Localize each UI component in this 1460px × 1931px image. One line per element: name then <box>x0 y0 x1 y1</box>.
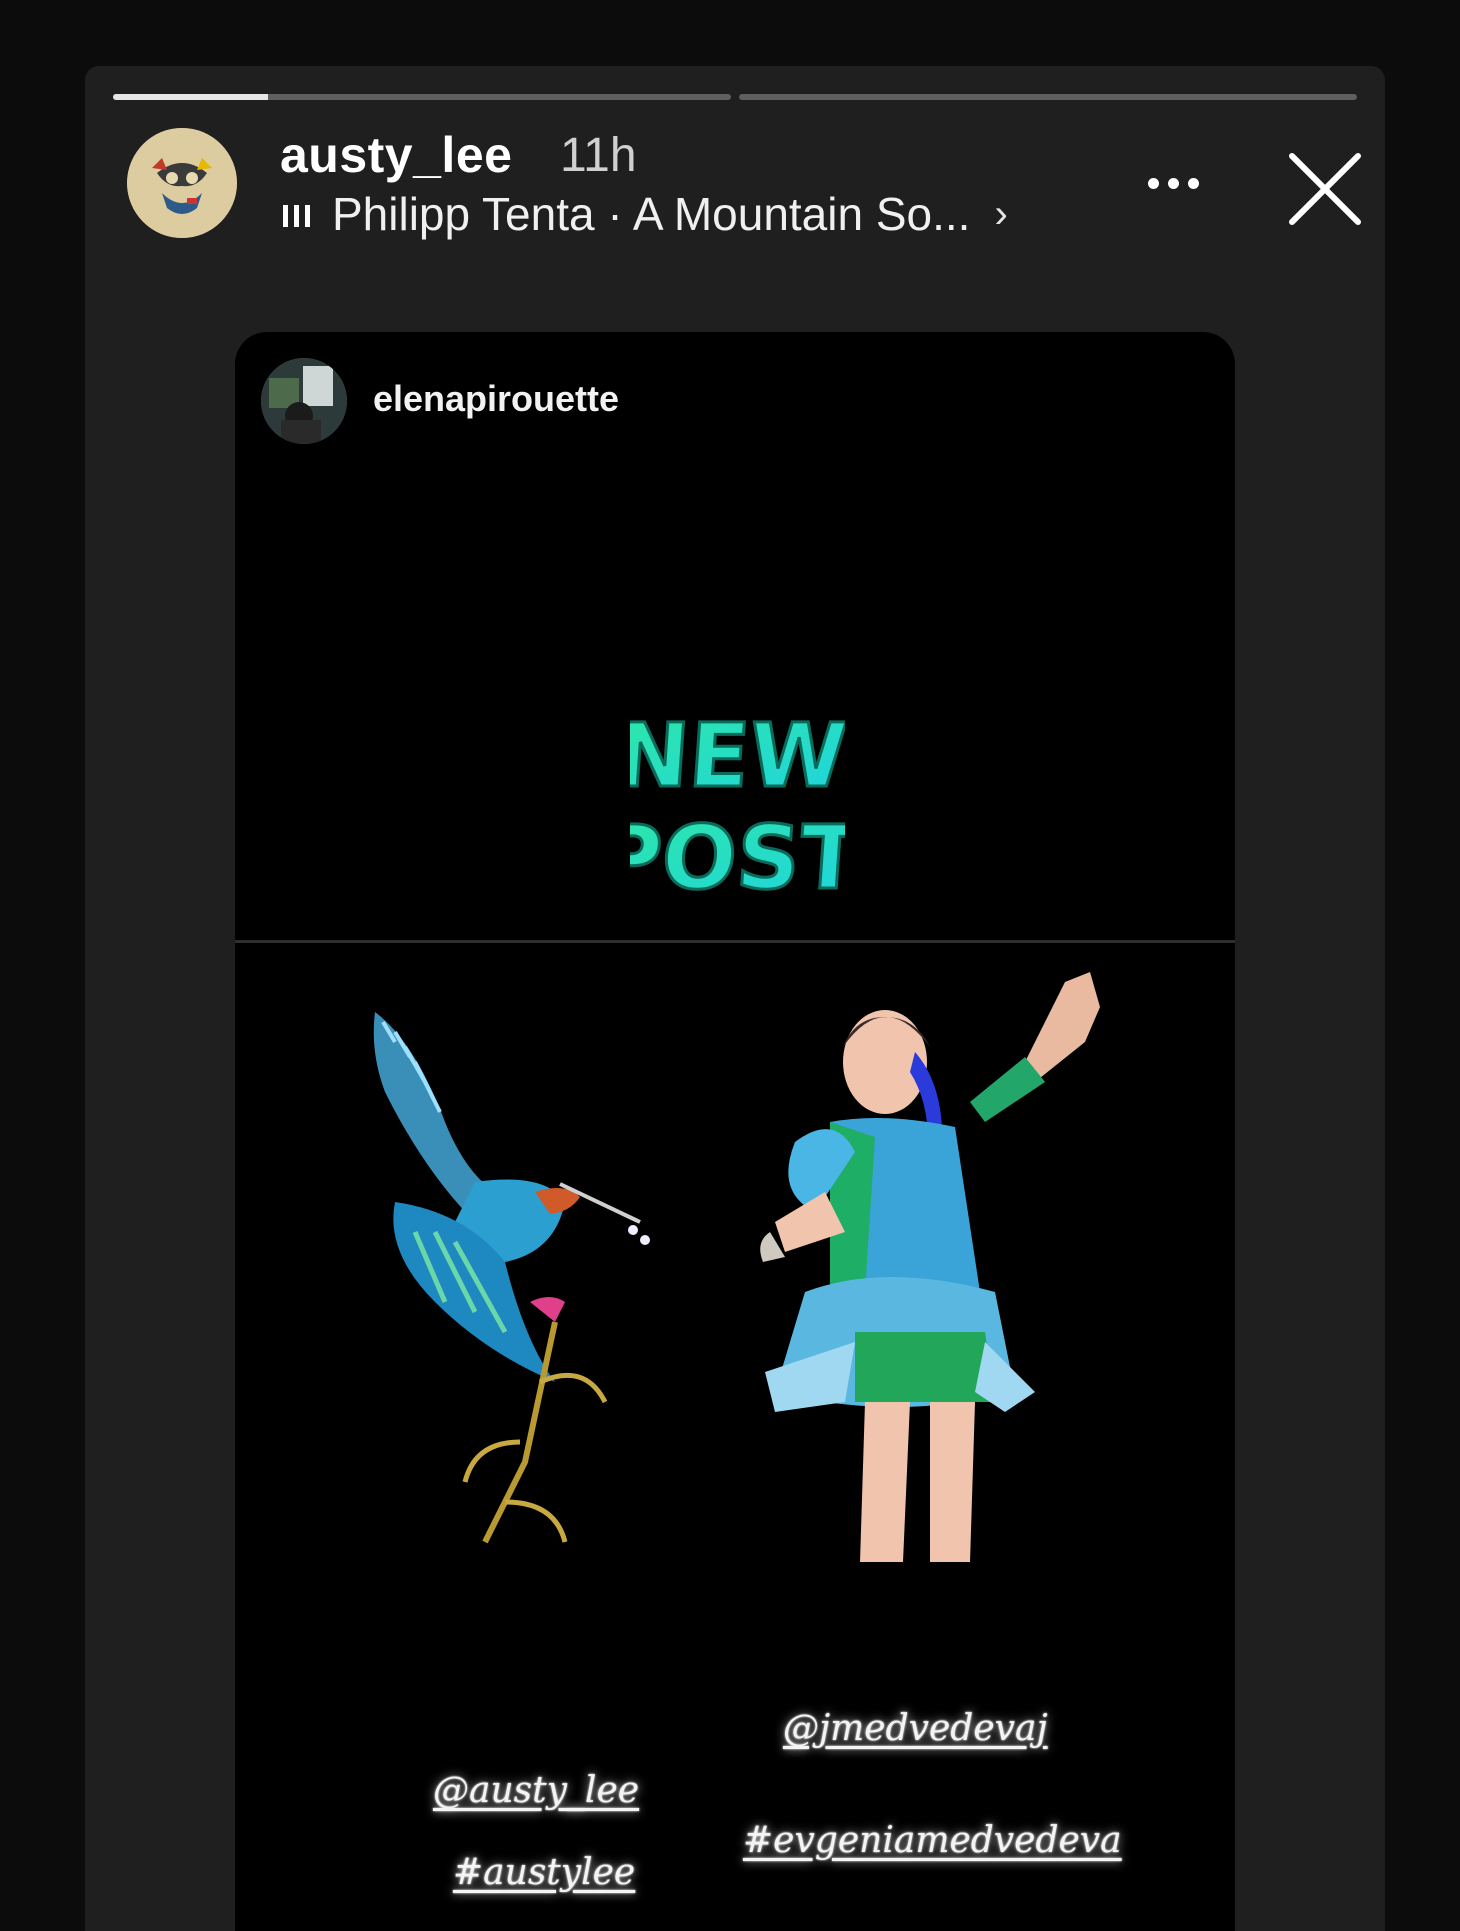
post-author-avatar[interactable] <box>261 358 347 444</box>
progress-segment <box>113 94 731 100</box>
skater-photo <box>760 972 1100 1562</box>
hashtag[interactable]: #evgeniamedvedeva <box>743 1820 1122 1861</box>
close-icon <box>1289 153 1361 225</box>
hashtag[interactable]: #austylee <box>453 1852 635 1893</box>
shared-post-card[interactable]: elenapirouette NEW POST @austy_lee #aust… <box>235 332 1235 1931</box>
post-divider <box>235 940 1235 943</box>
music-title: Philipp Tenta · A Mountain So... <box>332 188 971 240</box>
music-attribution[interactable]: Philipp Tenta · A Mountain So... › <box>283 184 1008 244</box>
mention-tag[interactable]: @austy_lee <box>433 1770 639 1811</box>
mention-tag[interactable]: @jmedvedevaj <box>783 1708 1048 1749</box>
music-bars-icon <box>283 201 310 227</box>
chevron-right-icon: › <box>994 191 1008 236</box>
story-viewer[interactable]: austy_lee 11h Philipp Tenta · A Mountain… <box>85 66 1385 1931</box>
svg-text:NEW: NEW <box>630 704 845 807</box>
story-username[interactable]: austy_lee <box>280 126 512 184</box>
story-progress <box>113 94 1357 100</box>
more-options-button[interactable] <box>1148 171 1208 195</box>
hummingbird-brooch-image <box>373 1012 650 1544</box>
more-horizontal-icon <box>1148 177 1159 189</box>
svg-text:POST: POST <box>630 806 845 908</box>
post-author-username[interactable]: elenapirouette <box>373 378 619 420</box>
progress-segment <box>739 94 1357 100</box>
close-button[interactable] <box>1280 144 1370 234</box>
story-timestamp: 11h <box>560 129 637 182</box>
user-avatar[interactable] <box>127 128 237 238</box>
new-post-sticker: NEW POST <box>630 703 845 908</box>
